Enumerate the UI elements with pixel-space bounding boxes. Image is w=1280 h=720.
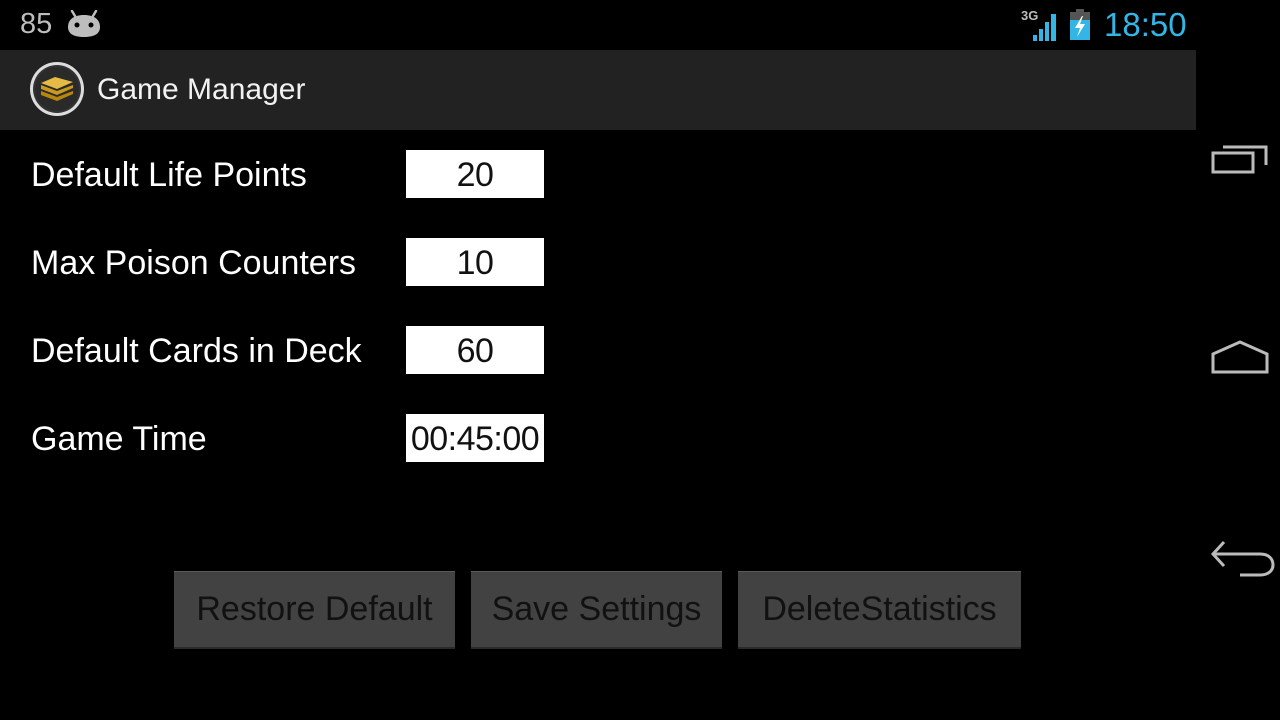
home-icon[interactable] [1210, 340, 1272, 381]
max-poison-counters-label: Max Poison Counters [31, 244, 357, 282]
game-time-label: Game Time [31, 420, 207, 458]
battery-charging-icon [1069, 9, 1091, 46]
signal-icon [1030, 8, 1060, 47]
default-cards-in-deck-input[interactable]: 60 [406, 326, 544, 374]
delete-statistics-button[interactable]: DeleteStatistics [738, 571, 1021, 649]
game-time-input[interactable]: 00:45:00 [406, 414, 544, 462]
back-icon[interactable] [1210, 540, 1276, 585]
recent-apps-icon[interactable] [1210, 142, 1272, 183]
max-poison-counters-input[interactable]: 10 [406, 238, 544, 286]
app-title: Game Manager [97, 73, 306, 106]
card-stack-icon[interactable] [29, 61, 85, 122]
default-cards-in-deck-label: Default Cards in Deck [31, 332, 362, 370]
android-icon [66, 9, 102, 43]
default-life-points-label: Default Life Points [31, 156, 307, 194]
action-bar: Game Manager [0, 50, 1196, 130]
notification-count: 85 [20, 8, 53, 40]
restore-default-button[interactable]: Restore Default [174, 571, 455, 649]
clock: 18:50 [1104, 6, 1187, 43]
save-settings-button[interactable]: Save Settings [471, 571, 722, 649]
default-life-points-input[interactable]: 20 [406, 150, 544, 198]
status-bar: 85 3G 18:50 [0, 0, 1196, 50]
